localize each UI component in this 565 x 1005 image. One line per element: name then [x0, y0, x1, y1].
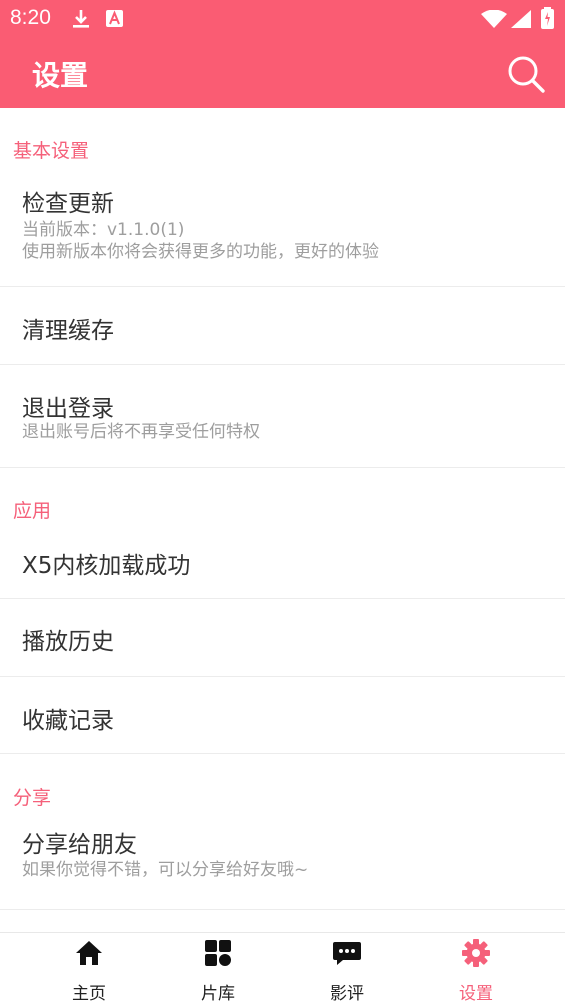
- nav-library[interactable]: 片库: [178, 933, 258, 1005]
- clear-cache-item[interactable]: 清理缓存: [0, 287, 565, 365]
- item-title: X5内核加载成功: [22, 553, 191, 579]
- nav-home[interactable]: 主页: [49, 933, 129, 1005]
- item-title: 分享给朋友: [22, 832, 137, 858]
- item-subtitle: 如果你觉得不错，可以分享给好友哦~: [22, 860, 309, 880]
- item-subtitle: 当前版本：v1.1.0(1): [22, 220, 185, 240]
- download-icon: [73, 10, 89, 28]
- item-title: 清理缓存: [22, 318, 114, 344]
- gear-icon: [462, 939, 490, 967]
- signal-icon: [511, 10, 531, 28]
- font-app-icon: [106, 10, 123, 27]
- section-title-share: 分享: [13, 787, 52, 809]
- bottom-nav: 主页 片库 影评 设置: [0, 932, 565, 1005]
- search-icon[interactable]: [504, 52, 548, 96]
- page-title: 设置: [32, 59, 89, 92]
- grid-icon: [205, 940, 231, 966]
- item-subtitle: 使用新版本你将会获得更多的功能，更好的体验: [22, 242, 379, 262]
- check-update-item[interactable]: 检查更新 当前版本：v1.1.0(1) 使用新版本你将会获得更多的功能，更好的体…: [0, 170, 565, 287]
- wifi-icon: [481, 10, 507, 28]
- logout-item[interactable]: 退出登录 退出账号后将不再享受任何特权: [0, 365, 565, 468]
- nav-settings[interactable]: 设置: [436, 933, 516, 1005]
- section-title-basic: 基本设置: [13, 140, 90, 162]
- battery-icon: [541, 7, 554, 29]
- section-title-apps: 应用: [13, 500, 52, 522]
- item-title: 检查更新: [22, 191, 114, 217]
- item-title: 收藏记录: [22, 708, 114, 734]
- x5-kernel-item[interactable]: X5内核加载成功: [0, 540, 565, 599]
- app-header: 8:20 设置: [0, 0, 565, 108]
- item-title: 播放历史: [22, 629, 114, 655]
- item-title: 退出登录: [22, 396, 114, 422]
- share-item[interactable]: 分享给朋友 如果你觉得不错，可以分享给好友哦~: [0, 816, 565, 910]
- nav-reviews[interactable]: 影评: [307, 933, 387, 1005]
- play-history-item[interactable]: 播放历史: [0, 599, 565, 677]
- comment-icon: [333, 942, 361, 965]
- favorites-item[interactable]: 收藏记录: [0, 677, 565, 754]
- home-icon: [76, 941, 102, 965]
- status-bar: 8:20: [0, 0, 565, 38]
- settings-list: 基本设置 检查更新 当前版本：v1.1.0(1) 使用新版本你将会获得更多的功能…: [0, 108, 565, 910]
- item-subtitle: 退出账号后将不再享受任何特权: [22, 422, 260, 442]
- status-time: 8:20: [10, 6, 51, 29]
